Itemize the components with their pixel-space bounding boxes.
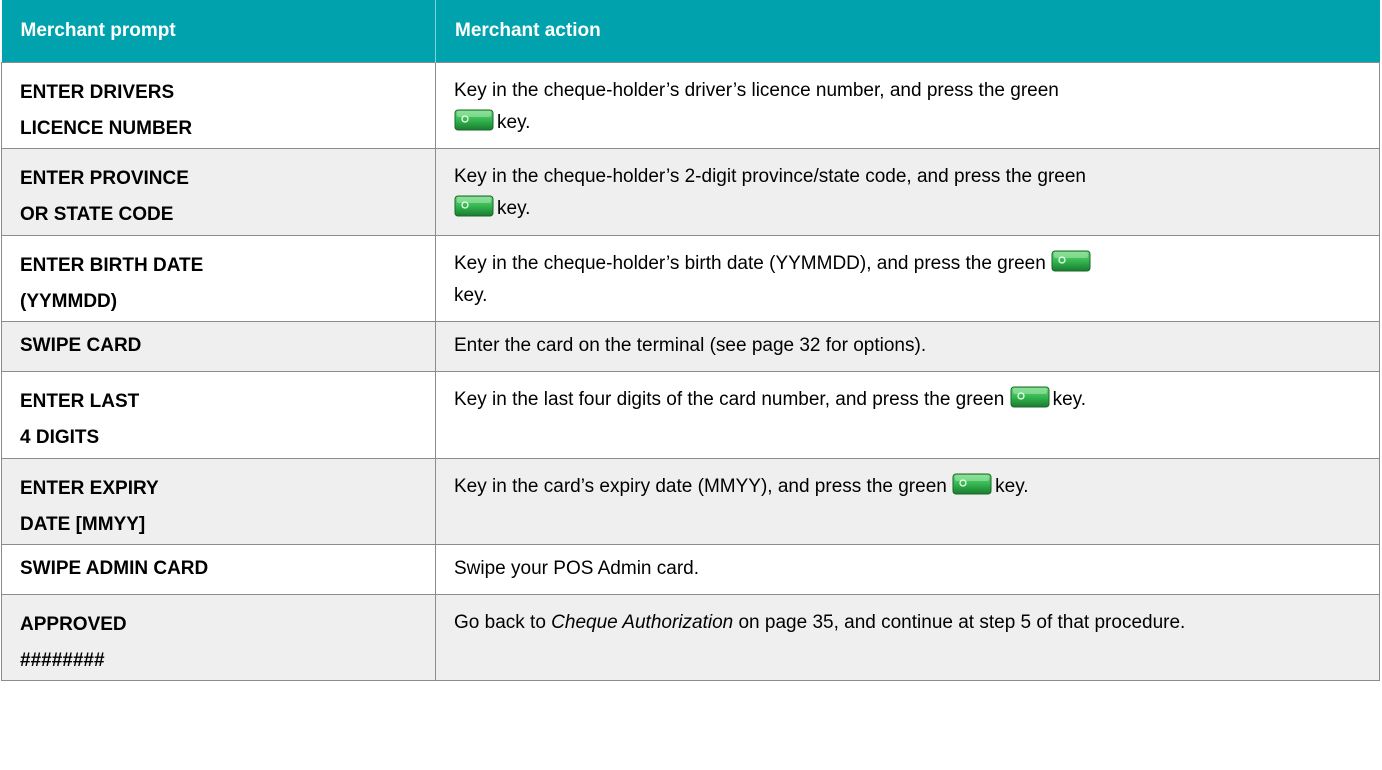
prompt-line: ENTER BIRTH DATE [20,255,204,276]
table-row: ENTER BIRTH DATE (YYMMDD) Key in the che… [1,235,1380,322]
action-text-end: key. [1052,389,1086,410]
action-cell: Key in the cheque-holder’s birth date (Y… [435,235,1380,322]
action-cell: Go back to Cheque Authorization on page … [435,594,1380,681]
prompt-cell: ENTER PROVINCE OR STATE CODE [1,148,436,236]
prompt-line: ######## [20,650,105,671]
table-row: ENTER LAST 4 DIGITS Key in the last four… [1,371,1380,459]
action-text: Swipe your POS Admin card. [454,558,699,579]
prompt-line: APPROVED [20,614,127,635]
action-cell: Enter the card on the terminal (see page… [435,321,1380,372]
cheque-authorization-reference: Cheque Authorization [551,612,734,633]
prompt-line: SWIPE CARD [20,335,142,356]
action-text-end: key. [454,285,488,306]
action-text-end: key. [995,476,1029,497]
action-text: Key in the card’s expiry date (MMYY), an… [454,476,947,497]
action-cell: Key in the card’s expiry date (MMYY), an… [435,458,1380,545]
action-text: Key in the last four digits of the card … [454,389,1005,410]
prompt-line: OR STATE CODE [20,204,174,225]
prompt-cell: ENTER DRIVERS LICENCE NUMBER [1,62,436,149]
action-text: Key in the cheque-holder’s birth date (Y… [454,253,1046,274]
table-row: SWIPE ADMIN CARD Swipe your POS Admin ca… [1,544,1380,595]
prompt-cell: APPROVED ######## [1,594,436,681]
table-row: ENTER DRIVERS LICENCE NUMBER Key in the … [1,62,1380,149]
prompt-line: 4 DIGITS [20,427,100,448]
action-text: Enter the card on the terminal (see page… [454,335,927,356]
prompt-line: DATE [MMYY] [20,514,146,535]
action-cell: Swipe your POS Admin card. [435,544,1380,595]
table-header-row: Merchant prompt Merchant action [1,0,1380,63]
action-text-end: key. [497,198,531,219]
green-enter-key-icon [1051,250,1091,272]
header-merchant-prompt: Merchant prompt [1,0,436,63]
prompt-line: ENTER DRIVERS [20,82,175,103]
action-cell: Key in the cheque-holder’s driver’s lice… [435,62,1380,149]
action-text: Key in the cheque-holder’s driver’s lice… [454,80,1059,101]
action-text-end: key. [497,112,531,133]
action-cell: Key in the cheque-holder’s 2-digit provi… [435,148,1380,236]
prompt-line: SWIPE ADMIN CARD [20,558,209,579]
prompt-cell: ENTER LAST 4 DIGITS [1,371,436,459]
prompt-line: ENTER PROVINCE [20,168,189,189]
table-row: ENTER PROVINCE OR STATE CODE Key in the … [1,148,1380,236]
action-text-pre: Go back to [454,612,552,633]
prompt-line: LICENCE NUMBER [20,118,193,139]
action-cell: Key in the last four digits of the card … [435,371,1380,459]
prompt-cell: SWIPE ADMIN CARD [1,544,436,595]
prompt-cell: SWIPE CARD [1,321,436,372]
action-text-post: on page 35, and continue at step 5 of th… [733,612,1186,633]
prompt-cell: ENTER BIRTH DATE (YYMMDD) [1,235,436,322]
prompt-line: ENTER LAST [20,391,140,412]
table-row: APPROVED ######## Go back to Cheque Auth… [1,594,1380,681]
green-enter-key-icon [454,195,494,217]
prompt-cell: ENTER EXPIRY DATE [MMYY] [1,458,436,545]
table-row: ENTER EXPIRY DATE [MMYY] Key in the card… [1,458,1380,545]
table-row: SWIPE CARD Enter the card on the termina… [1,321,1380,372]
prompt-line: ENTER EXPIRY [20,478,159,499]
action-text: Key in the cheque-holder’s 2-digit provi… [454,166,1086,187]
green-enter-key-icon [1010,386,1050,408]
header-merchant-action: Merchant action [435,0,1380,63]
merchant-prompt-table: Merchant prompt Merchant action ENTER DR… [1,0,1380,681]
green-enter-key-icon [952,473,992,495]
green-enter-key-icon [454,109,494,131]
prompt-line: (YYMMDD) [20,291,118,312]
